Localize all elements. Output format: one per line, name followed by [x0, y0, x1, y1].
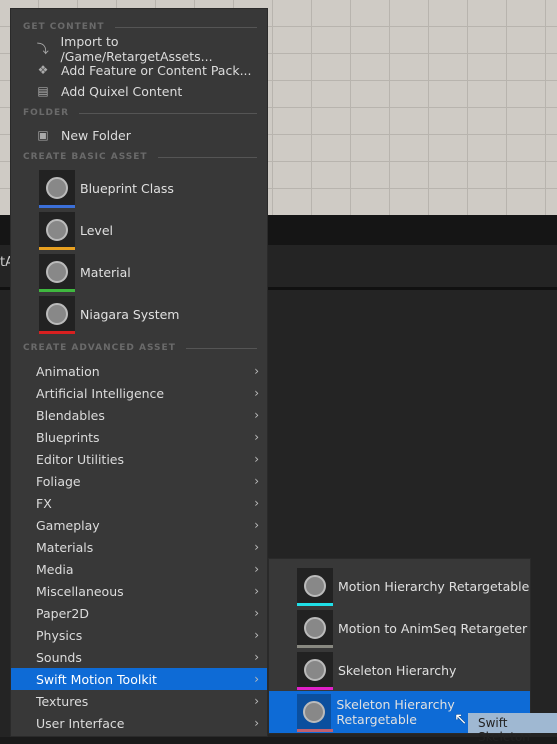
category-label: Sounds [36, 649, 82, 665]
category-label: Paper2D [36, 605, 89, 621]
category-swift-motion-toolkit[interactable]: Swift Motion Toolkit › [11, 668, 267, 690]
category-miscellaneous[interactable]: Miscellaneous › [11, 580, 267, 602]
chevron-right-icon: › [254, 496, 259, 510]
category-label: Animation [36, 363, 100, 379]
new-folder-item[interactable]: ▣ New Folder [11, 124, 267, 146]
menu-item-1[interactable]: ❖ Add Feature or Content Pack... [11, 59, 267, 81]
asset-item[interactable]: Blueprint Class [11, 167, 267, 209]
category-editor-utilities[interactable]: Editor Utilities › [11, 448, 267, 470]
category-label: Materials [36, 539, 94, 555]
feature-pack-icon: ❖ [37, 63, 49, 77]
asset-label: Skeleton Hierarchy [338, 662, 457, 678]
asset-label: Level [80, 222, 113, 238]
menu-item-label: Add Feature or Content Pack... [61, 62, 252, 78]
chevron-right-icon: › [254, 364, 259, 378]
category-label: Blueprints [36, 429, 100, 445]
asset-item[interactable]: Motion to AnimSeq Retargeter [269, 607, 530, 649]
mouse-cursor-icon: ↖ [454, 709, 468, 728]
category-label: Blendables [36, 407, 105, 423]
category-label: Editor Utilities [36, 451, 125, 467]
asset-thumbnail-icon [297, 652, 333, 690]
chevron-right-icon: › [254, 628, 259, 642]
category-artificial-intelligence[interactable]: Artificial Intelligence › [11, 382, 267, 404]
category-sounds[interactable]: Sounds › [11, 646, 267, 668]
section-folder: FOLDER [23, 108, 257, 118]
menu-item-2[interactable]: ▤ Add Quixel Content [11, 80, 267, 102]
chevron-right-icon: › [254, 694, 259, 708]
chevron-right-icon: › [254, 386, 259, 400]
asset-thumbnail-icon [39, 254, 75, 292]
asset-thumbnail-icon [297, 610, 333, 648]
category-physics[interactable]: Physics › [11, 624, 267, 646]
asset-label: Motion Hierarchy Retargetable [338, 578, 530, 594]
chevron-right-icon: › [254, 584, 259, 598]
category-label: Gameplay [36, 517, 100, 533]
quixel-icon: ▤ [37, 84, 49, 98]
category-materials[interactable]: Materials › [11, 536, 267, 558]
category-label: Textures [36, 693, 89, 709]
category-label: Miscellaneous [36, 583, 124, 599]
asset-item[interactable]: Level [11, 209, 267, 251]
category-paper2d[interactable]: Paper2D › [11, 602, 267, 624]
asset-thumbnail-icon [297, 694, 333, 732]
category-fx[interactable]: FX › [11, 492, 267, 514]
chevron-right-icon: › [254, 562, 259, 576]
category-animation[interactable]: Animation › [11, 360, 267, 382]
category-label: Swift Motion Toolkit [36, 671, 157, 687]
category-gameplay[interactable]: Gameplay › [11, 514, 267, 536]
import-icon: ⤵ [36, 42, 49, 56]
asset-thumbnail-icon [39, 212, 75, 250]
category-blendables[interactable]: Blendables › [11, 404, 267, 426]
category-user-interface[interactable]: User Interface › [11, 712, 267, 734]
swift-motion-toolkit-submenu: Motion Hierarchy Retargetable Motion to A… [268, 558, 531, 734]
category-foliage[interactable]: Foliage › [11, 470, 267, 492]
chevron-right-icon: › [254, 606, 259, 620]
section-basic-asset: CREATE BASIC ASSET [23, 152, 257, 162]
category-blueprints[interactable]: Blueprints › [11, 426, 267, 448]
category-label: User Interface [36, 715, 125, 731]
asset-thumbnail-icon [39, 170, 75, 208]
asset-thumbnail-icon [297, 568, 333, 606]
chevron-right-icon: › [254, 430, 259, 444]
asset-item[interactable]: Niagara System [11, 293, 267, 335]
new-folder-icon: ▣ [37, 128, 49, 142]
category-label: FX [36, 495, 52, 511]
asset-label: Motion to AnimSeq Retargeter [338, 620, 528, 636]
chevron-right-icon: › [254, 716, 259, 730]
category-media[interactable]: Media › [11, 558, 267, 580]
category-label: Foliage [36, 473, 81, 489]
chevron-right-icon: › [254, 474, 259, 488]
asset-thumbnail-icon [39, 296, 75, 334]
menu-item-0[interactable]: ⤵ Import to /Game/RetargetAssets... [11, 34, 267, 64]
content-context-menu: GET CONTENT FOLDER CREATE BASIC ASSET CR… [10, 8, 268, 737]
category-label: Physics [36, 627, 83, 643]
chevron-right-icon: › [254, 650, 259, 664]
chevron-right-icon: › [254, 408, 259, 422]
category-label: Media [36, 561, 74, 577]
chevron-right-icon: › [254, 672, 259, 686]
asset-label: Material [80, 264, 131, 280]
chevron-right-icon: › [254, 540, 259, 554]
asset-item[interactable]: Motion Hierarchy Retargetable [269, 565, 530, 607]
chevron-right-icon: › [254, 518, 259, 532]
menu-item-label: Add Quixel Content [61, 83, 183, 99]
category-textures[interactable]: Textures › [11, 690, 267, 712]
section-get-content: GET CONTENT [23, 22, 257, 32]
asset-item[interactable]: Material [11, 251, 267, 293]
asset-label: Niagara System [80, 306, 180, 322]
menu-item-label: New Folder [61, 127, 131, 143]
asset-item[interactable]: Skeleton Hierarchy [269, 649, 530, 691]
asset-label: Blueprint Class [80, 180, 174, 196]
tooltip: Swift Skeleton [468, 713, 557, 744]
category-label: Artificial Intelligence [36, 385, 165, 401]
section-advanced-asset: CREATE ADVANCED ASSET [23, 343, 257, 353]
chevron-right-icon: › [254, 452, 259, 466]
